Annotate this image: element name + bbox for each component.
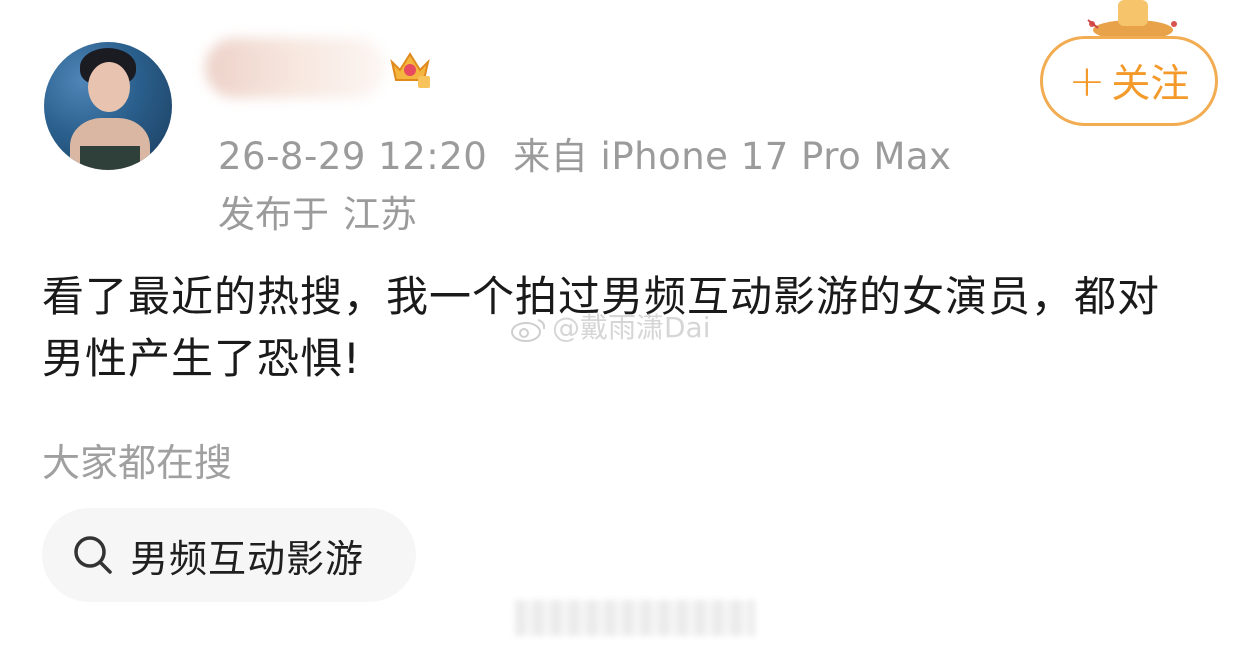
post-source: 来自 iPhone 17 Pro Max	[513, 135, 952, 178]
weibo-logo-icon	[511, 319, 546, 342]
hot-search-chip[interactable]: 男频互动影游	[42, 508, 416, 602]
location-value: 江苏	[343, 193, 417, 236]
plus-icon: +	[1068, 55, 1106, 107]
crown-badge-icon	[390, 52, 430, 88]
post-timestamp: 26-8-29 12:20	[218, 135, 488, 178]
avatar-figure-dress	[80, 146, 140, 170]
watermark-text: @戴雨潇Dai	[552, 311, 711, 344]
post-location: 发布于 江苏	[218, 184, 417, 238]
avatar-figure-head	[88, 62, 130, 112]
search-icon	[74, 536, 112, 574]
username-blurred[interactable]	[205, 38, 385, 98]
location-prefix: 发布于	[218, 193, 329, 236]
post-meta: 26-8-29 12:20 来自 iPhone 17 Pro Max	[218, 126, 952, 180]
hot-search-label: 男频互动影游	[130, 536, 365, 581]
blurred-footer-text	[515, 600, 755, 636]
hot-search-title: 大家都在搜	[42, 441, 233, 485]
follow-label: 关注	[1111, 62, 1190, 107]
follow-button[interactable]: + 关注	[1040, 36, 1218, 126]
avatar[interactable]	[44, 42, 172, 170]
watermark: @戴雨潇Dai	[508, 306, 711, 346]
festive-lantern-icon	[1087, 0, 1177, 40]
